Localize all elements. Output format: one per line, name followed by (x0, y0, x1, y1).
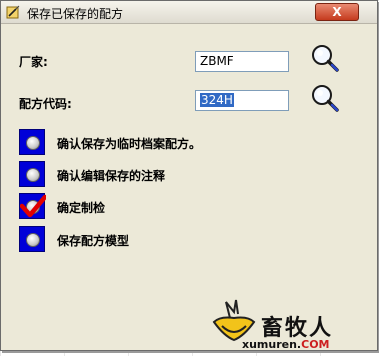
option-save-temp-radio[interactable] (19, 129, 45, 155)
manufacturer-label: 厂家: (19, 55, 48, 69)
formula-code-value: 324H (200, 93, 234, 107)
option-save-temp[interactable]: 确认保存为临时档案配方。 (19, 129, 357, 155)
manufacturer-search-icon[interactable] (309, 43, 341, 73)
checkmark-icon (20, 194, 46, 218)
watermark: 畜牧人 xumuren.COM (204, 296, 374, 354)
radio-icon (26, 233, 40, 247)
watermark-url: xumuren.COM (242, 338, 330, 351)
option-save-model-radio[interactable] (19, 226, 45, 252)
formula-code-label: 配方代码: (19, 97, 72, 111)
option-save-model-label: 保存配方模型 (57, 234, 130, 248)
option-confirm-check[interactable]: 确定制检 (19, 193, 357, 219)
option-edit-notes-radio[interactable] (19, 161, 45, 187)
watermark-url-main: xumuren. (242, 338, 302, 351)
close-button[interactable]: X (315, 3, 359, 21)
option-edit-notes-label: 确认编辑保存的注释 (57, 169, 166, 183)
option-confirm-check-label: 确定制检 (57, 201, 106, 215)
option-save-temp-label: 确认保存为临时档案配方。 (57, 137, 202, 151)
option-edit-notes[interactable]: 确认编辑保存的注释 (19, 161, 357, 187)
formula-code-input[interactable]: 324H (195, 90, 289, 111)
option-save-model[interactable]: 保存配方模型 (19, 226, 357, 252)
app-icon (6, 5, 20, 19)
watermark-url-tld: COM (301, 338, 330, 351)
manufacturer-input[interactable]: ZBMF (195, 51, 289, 72)
radio-icon (26, 136, 40, 150)
radio-icon (26, 168, 40, 182)
dialog-title: 保存已保存的配方 (27, 7, 124, 21)
option-confirm-check-checkbox[interactable] (19, 193, 46, 219)
formula-code-search-icon[interactable] (309, 83, 341, 113)
title-bar[interactable]: 保存已保存的配方 X (1, 1, 377, 24)
manufacturer-value: ZBMF (200, 54, 234, 68)
